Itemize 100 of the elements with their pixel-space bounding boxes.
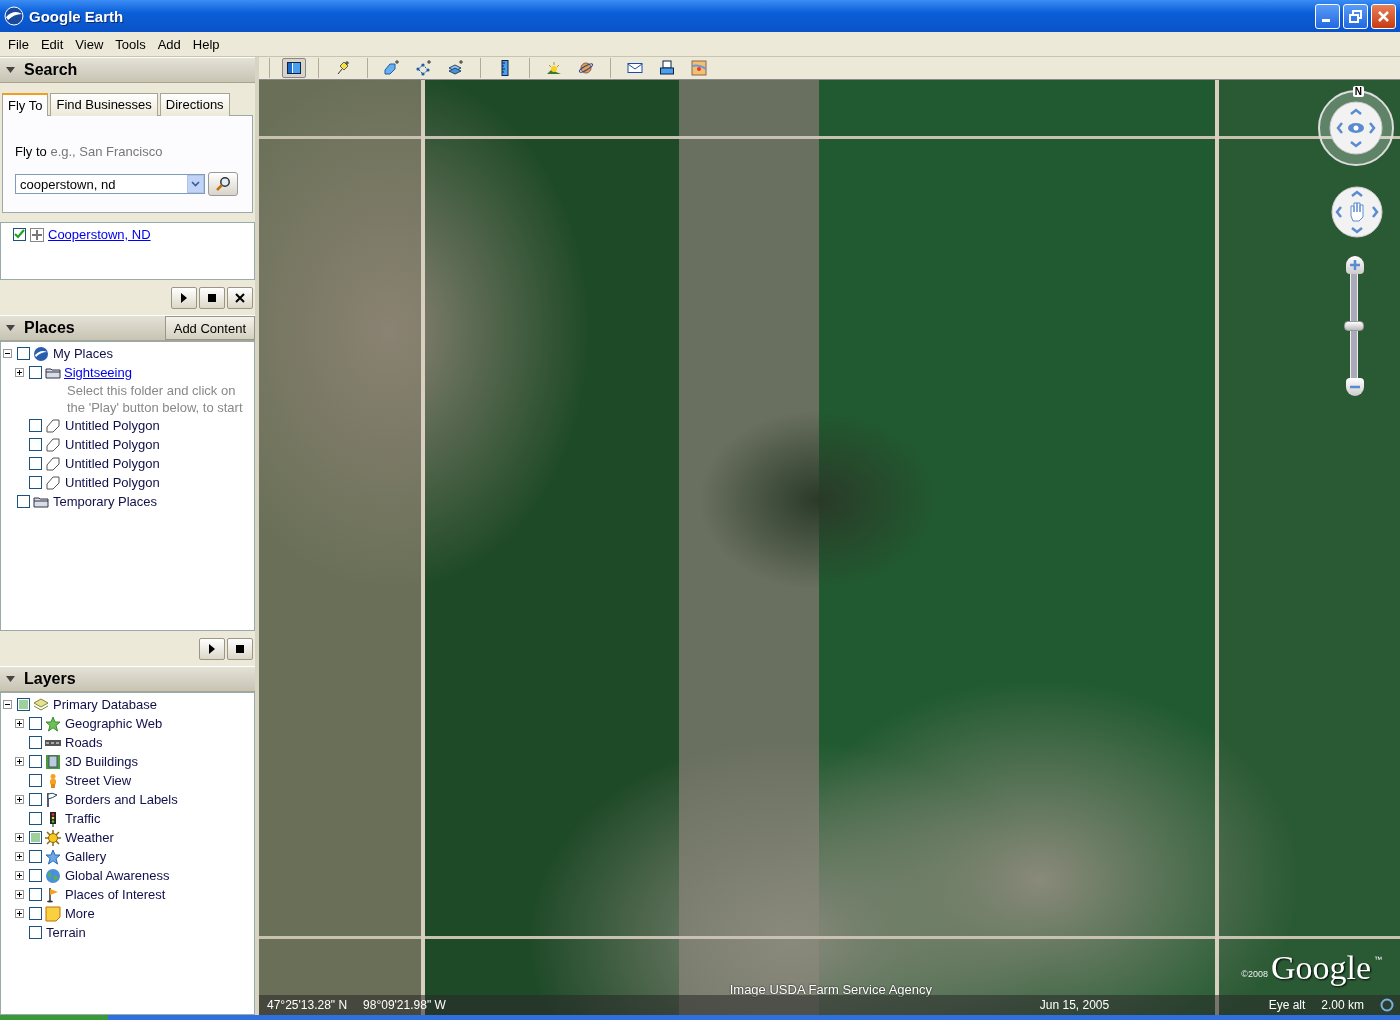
checkbox[interactable] xyxy=(29,476,42,489)
search-field[interactable]: cooperstown, nd xyxy=(15,174,205,194)
toolbar-button[interactable] xyxy=(282,58,306,78)
close-icon xyxy=(1377,9,1390,23)
menu-item[interactable]: Edit xyxy=(34,34,70,54)
checkbox[interactable] xyxy=(29,793,42,806)
checkbox[interactable] xyxy=(29,717,42,730)
tree-item-label[interactable]: Global Awareness xyxy=(64,868,171,883)
maximize-button[interactable] xyxy=(1343,3,1368,29)
tab[interactable]: Directions xyxy=(159,93,230,116)
clear-button[interactable] xyxy=(227,287,253,309)
panel-header[interactable]: Layers xyxy=(0,666,255,692)
tree-item-label[interactable]: Gallery xyxy=(64,849,108,864)
tree-item-label[interactable]: Terrain xyxy=(45,925,87,940)
copyright-year: ©2008 xyxy=(1241,969,1268,979)
expand-toggle[interactable] xyxy=(15,909,24,918)
stop-button[interactable] xyxy=(199,287,225,309)
expand-toggle[interactable] xyxy=(15,719,24,728)
menu-item[interactable]: Add xyxy=(151,34,187,54)
tree-item-label[interactable]: Untitled Polygon xyxy=(64,418,161,433)
stop-icon xyxy=(207,293,217,303)
zoom-slider-thumb[interactable] xyxy=(1344,321,1364,331)
polygon-icon xyxy=(45,455,61,472)
tree-item-label[interactable]: Weather xyxy=(64,830,115,845)
tree-item-label[interactable]: Untitled Polygon xyxy=(64,475,161,490)
polygon-icon xyxy=(45,436,61,453)
checkbox[interactable] xyxy=(29,888,42,901)
crosshair-icon xyxy=(29,226,45,243)
imagery-date: Jun 15, 2005 xyxy=(1039,998,1110,1012)
checkbox[interactable] xyxy=(29,774,42,787)
checkbox[interactable] xyxy=(29,831,42,844)
tree-item-label[interactable]: 3D Buildings xyxy=(64,754,139,769)
menu-item[interactable]: View xyxy=(69,34,110,54)
checkbox[interactable] xyxy=(29,926,42,939)
app-logo-icon xyxy=(4,6,24,26)
expand-toggle[interactable] xyxy=(15,890,24,899)
menu-item[interactable]: File xyxy=(2,34,35,54)
expand-toggle[interactable] xyxy=(15,795,24,804)
tree-item-label[interactable]: More xyxy=(64,906,96,921)
expand-toggle[interactable] xyxy=(15,368,24,377)
checkbox[interactable] xyxy=(29,850,42,863)
note-icon xyxy=(45,905,61,922)
minimize-button[interactable] xyxy=(1315,3,1340,29)
eye-altitude-label: Eye alt xyxy=(1268,998,1306,1012)
move-control[interactable] xyxy=(1331,186,1383,238)
add-content-button[interactable]: Add Content xyxy=(164,316,255,340)
tab[interactable]: Fly To xyxy=(2,93,49,116)
checkbox[interactable] xyxy=(29,755,42,768)
menu-item[interactable]: Tools xyxy=(109,34,152,54)
tree-link[interactable]: Sightseeing xyxy=(64,365,132,380)
checkbox[interactable] xyxy=(29,869,42,882)
checkbox[interactable] xyxy=(29,366,42,379)
stop-button[interactable] xyxy=(227,638,253,660)
menu-item[interactable]: Help xyxy=(186,34,226,54)
pushpin-icon xyxy=(335,60,351,76)
tree-item-label[interactable]: Traffic xyxy=(64,811,102,826)
expand-toggle[interactable] xyxy=(15,833,24,842)
tree-item-label[interactable]: Borders and Labels xyxy=(64,792,179,807)
checkbox[interactable] xyxy=(17,698,30,711)
sunrise-icon xyxy=(546,60,562,76)
expand-toggle[interactable] xyxy=(15,852,24,861)
play-button[interactable] xyxy=(171,287,197,309)
search-result-link[interactable]: Cooperstown, ND xyxy=(48,227,151,242)
play-button[interactable] xyxy=(199,638,225,660)
checkbox[interactable] xyxy=(17,495,30,508)
checkbox[interactable] xyxy=(29,457,42,470)
tree-item-label[interactable]: My Places xyxy=(52,346,114,361)
panel-header[interactable]: Search xyxy=(0,57,255,83)
close-button[interactable] xyxy=(1371,3,1396,29)
collapse-toggle[interactable] xyxy=(3,349,12,358)
zoom-in-button[interactable] xyxy=(1346,256,1364,274)
checkbox[interactable] xyxy=(29,907,42,920)
checkbox[interactable] xyxy=(29,419,42,432)
layers-icon xyxy=(33,696,49,713)
checkbox[interactable] xyxy=(29,438,42,451)
tree-item-label[interactable]: Street View xyxy=(64,773,133,788)
polygon-icon xyxy=(45,417,61,434)
panel-header[interactable]: Places Add Content xyxy=(0,315,255,341)
tree-item-label[interactable]: Places of Interest xyxy=(64,887,167,902)
north-indicator[interactable]: N xyxy=(1352,86,1364,97)
checkbox[interactable] xyxy=(29,736,42,749)
panel-title: Places xyxy=(24,319,76,337)
collapse-toggle[interactable] xyxy=(3,700,12,709)
planet-icon xyxy=(578,60,594,76)
expand-toggle[interactable] xyxy=(15,757,24,766)
checkbox[interactable] xyxy=(13,228,26,241)
tree-item-label[interactable]: Untitled Polygon xyxy=(64,456,161,471)
checkbox[interactable] xyxy=(29,812,42,825)
tab[interactable]: Find Businesses xyxy=(50,93,158,116)
tree-item-label[interactable]: Primary Database xyxy=(52,697,159,712)
plus-icon xyxy=(1350,260,1360,270)
checkbox[interactable] xyxy=(17,347,30,360)
search-button[interactable] xyxy=(208,172,238,196)
tree-item-label[interactable]: Untitled Polygon xyxy=(64,437,161,452)
zoom-out-button[interactable] xyxy=(1346,378,1364,396)
tree-item-label[interactable]: Temporary Places xyxy=(52,494,159,509)
envelope-icon xyxy=(627,60,643,76)
tree-item-label[interactable]: Roads xyxy=(64,735,104,750)
expand-toggle[interactable] xyxy=(15,871,24,880)
tree-item-label[interactable]: Geographic Web xyxy=(64,716,164,731)
